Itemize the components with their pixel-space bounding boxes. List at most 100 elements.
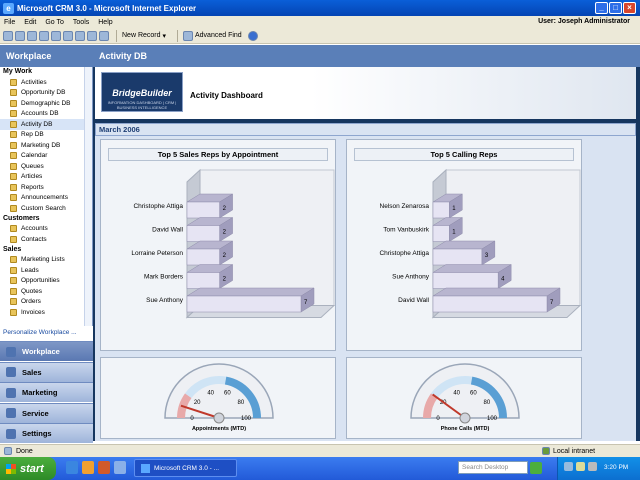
category-label: Lorraine Peterson [131, 250, 183, 257]
nav-button[interactable]: Settings [0, 423, 93, 443]
maximize-button[interactable]: □ [609, 2, 622, 14]
bar [432, 287, 561, 313]
taskbar-item-label: Microsoft CRM 3.0 - ... [154, 464, 220, 472]
back-icon[interactable] [3, 30, 13, 41]
close-button[interactable]: × [623, 2, 636, 14]
outlook-quicklaunch-icon[interactable] [82, 461, 94, 474]
sidebar-item[interactable]: Demographic DB [0, 98, 92, 109]
category-label: Tom Vanbuskirk [383, 227, 430, 234]
gauge-tick-label: 60 [224, 390, 231, 396]
sidebar-item[interactable]: Rep DB [0, 130, 92, 141]
sidebar-item-label: Calendar [21, 152, 48, 160]
help-icon[interactable] [247, 30, 258, 41]
minimize-button[interactable]: _ [595, 2, 608, 14]
menu-bar: File Edit Go To Tools Help User: Joseph … [0, 16, 640, 28]
item-icon [10, 287, 17, 295]
sidebar-item[interactable]: Opportunity DB [0, 88, 92, 99]
page-header-strip [93, 45, 640, 67]
menu-file[interactable]: File [4, 19, 15, 26]
nav-button-label: Settings [22, 429, 52, 438]
sidebar-item[interactable]: Leads [0, 265, 92, 276]
sidebar-scrollbar[interactable] [84, 67, 92, 327]
menu-tools[interactable]: Tools [73, 19, 89, 26]
new-record-button[interactable]: New Record ▾ [122, 32, 166, 40]
sidebar-section-header[interactable]: My Work [0, 67, 92, 77]
sidebar-item[interactable]: Marketing DB [0, 140, 92, 151]
email-icon[interactable] [39, 30, 49, 41]
taskbar-item-crm[interactable]: Microsoft CRM 3.0 - ... [134, 459, 237, 477]
nav-button[interactable]: Service [0, 402, 93, 423]
sidebar-item[interactable]: Announcements [0, 193, 92, 204]
logo-text: BridgeBuilder [112, 88, 172, 98]
sidebar-item-label: Accounts [21, 225, 48, 233]
fax-icon[interactable] [99, 30, 109, 41]
note-icon[interactable] [63, 30, 73, 41]
menu-help[interactable]: Help [98, 19, 112, 26]
tray-icon[interactable] [576, 462, 585, 471]
sidebar-item[interactable]: Activity DB [0, 119, 92, 130]
sidebar-item[interactable]: Activities [0, 77, 92, 88]
nav-button-label: Service [22, 408, 49, 418]
item-icon [10, 204, 17, 212]
ie-icon: e [3, 2, 14, 14]
personalize-workplace-link[interactable]: Personalize Workplace ... [0, 326, 93, 340]
forward-icon[interactable] [15, 30, 25, 41]
search-go-icon[interactable] [530, 462, 542, 474]
category-label: Christophe Attiga [133, 203, 183, 210]
category-label: Nelson Zenarosa [380, 203, 430, 210]
item-icon [10, 183, 17, 191]
sidebar-item[interactable]: Queues [0, 161, 92, 172]
sidebar-item[interactable]: Opportunities [0, 276, 92, 287]
sidebar-item-label: Announcements [21, 194, 68, 202]
nav-button[interactable]: Workplace [0, 341, 93, 361]
item-icon [10, 225, 17, 233]
gauge-tick-label: 80 [237, 400, 244, 406]
sidebar-item-label: Orders [21, 298, 41, 306]
sidebar-item[interactable]: Custom Search [0, 203, 92, 214]
gauge-tick-label: 40 [453, 390, 460, 396]
nav-icon [6, 428, 16, 439]
sidebar-item-label: Invoices [21, 308, 45, 316]
letter-icon[interactable] [87, 30, 97, 41]
menu-edit[interactable]: Edit [24, 19, 36, 26]
gauge-hub [213, 412, 225, 424]
intranet-icon [542, 447, 550, 455]
bar-front [186, 248, 220, 266]
sidebar-item[interactable]: Orders [0, 297, 92, 308]
window-titlebar: e Microsoft CRM 3.0 - Microsoft Internet… [0, 0, 640, 16]
sidebar-item[interactable]: Reports [0, 182, 92, 193]
ie-quicklaunch-icon[interactable] [66, 461, 78, 474]
advanced-find-button[interactable]: Advanced Find [182, 30, 242, 41]
menu-goto[interactable]: Go To [45, 19, 64, 26]
desktop-search-input[interactable]: Search Desktop [458, 461, 528, 474]
sidebar-section-header[interactable]: Sales [0, 245, 92, 255]
gauge-panel-calls: 020406080100 Phone Calls (MTD) [346, 357, 582, 439]
sidebar-item[interactable]: Articles [0, 172, 92, 183]
media-quicklaunch-icon[interactable] [98, 461, 110, 474]
sidebar-item[interactable]: Marketing Lists [0, 255, 92, 266]
nav-button[interactable]: Sales [0, 361, 93, 382]
sidebar-item-label: Leads [21, 266, 39, 274]
nav-button[interactable]: Marketing [0, 382, 93, 402]
tray-icon[interactable] [564, 462, 573, 471]
sidebar-item[interactable]: Accounts DB [0, 109, 92, 120]
sidebar-section-header[interactable]: Customers [0, 214, 92, 224]
logo-tagline: INFORMATION DASHBOARD | CRM | BUSINESS I… [107, 100, 177, 110]
item-icon [10, 277, 17, 285]
refresh-icon[interactable] [27, 30, 37, 41]
toolbar-divider [116, 29, 117, 42]
sidebar-item[interactable]: Accounts [0, 224, 92, 235]
gauge-hub [459, 412, 471, 424]
zone-indicator: Local intranet [542, 447, 595, 455]
sidebar-item[interactable]: Invoices [0, 307, 92, 318]
start-button[interactable]: start [0, 457, 56, 480]
sidebar-item[interactable]: Quotes [0, 286, 92, 297]
volume-icon[interactable] [588, 462, 597, 471]
phone-icon[interactable] [75, 30, 85, 41]
sidebar-item[interactable]: Calendar [0, 151, 92, 162]
desktop-quicklaunch-icon[interactable] [114, 461, 126, 474]
sidebar-item-label: Quotes [21, 287, 42, 295]
task-icon[interactable] [51, 30, 61, 41]
item-icon [10, 298, 17, 306]
sidebar-item[interactable]: Contacts [0, 234, 92, 245]
